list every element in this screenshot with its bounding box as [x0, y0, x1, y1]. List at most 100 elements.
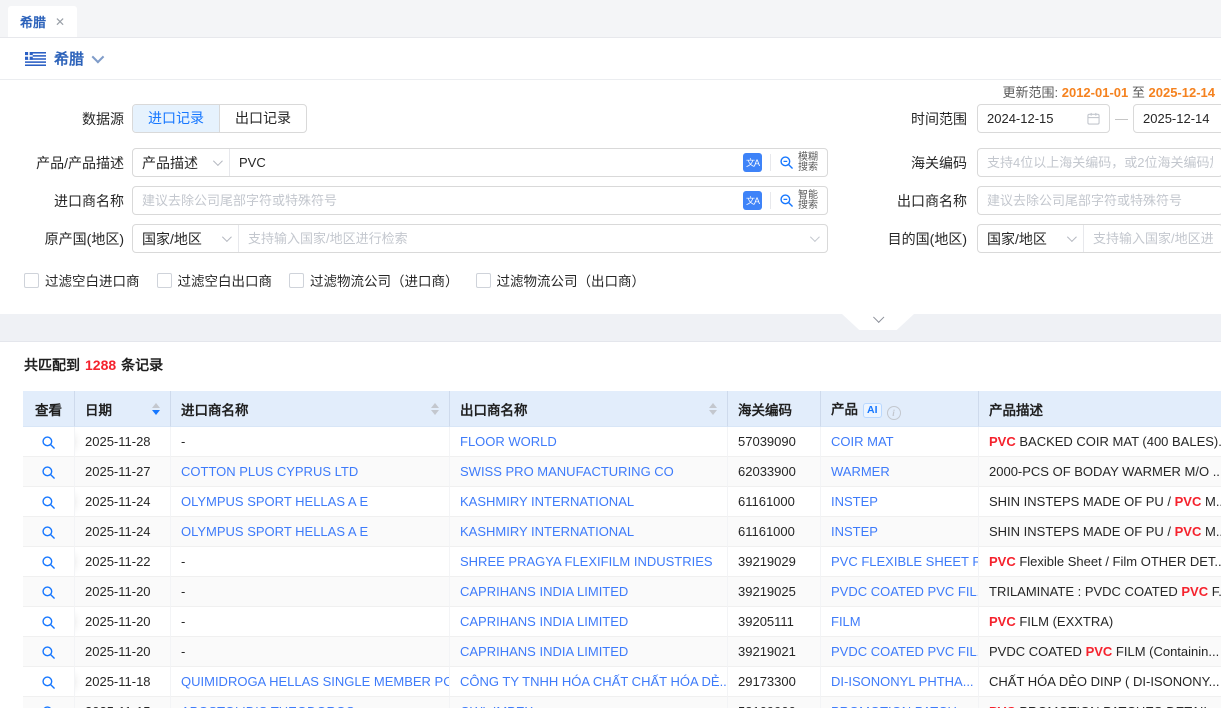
smart-search-button[interactable]: 智能搜索: [779, 191, 827, 211]
exporter-link[interactable]: CAPRIHANS INDIA LIMITED: [460, 614, 628, 629]
origin-country-select[interactable]: 国家/地区: [133, 225, 239, 252]
checkbox-icon[interactable]: [476, 273, 491, 288]
tab-greece[interactable]: 希腊 ✕: [8, 6, 77, 37]
exporter-link[interactable]: KASHMIRY INTERNATIONAL: [460, 524, 634, 539]
date-end-input[interactable]: [1133, 104, 1221, 133]
exporter-label: 出口商名称: [828, 191, 977, 211]
filter-checkbox[interactable]: 过滤物流公司（进口商）: [289, 270, 459, 290]
col-exporter[interactable]: 出口商名称: [450, 391, 728, 427]
view-cell[interactable]: [23, 577, 75, 607]
importer-link[interactable]: OLYMPUS SPORT HELLAS A E: [181, 494, 368, 509]
product-link[interactable]: PROMOTION PATCH: [831, 704, 957, 708]
checkbox-icon[interactable]: [157, 273, 172, 288]
destination-country-select[interactable]: 国家/地区: [978, 225, 1084, 252]
product-link[interactable]: INSTEP: [831, 494, 878, 509]
view-detail-icon[interactable]: [41, 525, 56, 540]
view-detail-icon[interactable]: [41, 615, 56, 630]
chevron-down-icon[interactable]: [92, 51, 105, 64]
date-start-value[interactable]: [987, 111, 1087, 126]
product-type-select[interactable]: 产品描述: [133, 149, 230, 176]
view-detail-icon[interactable]: [41, 645, 56, 660]
product-search-input[interactable]: [239, 155, 734, 170]
view-cell[interactable]: [23, 667, 75, 697]
destination-field[interactable]: [1093, 231, 1213, 246]
product-cell: PVDC COATED PVC FIL...: [821, 577, 979, 607]
date-cell: 2025-11-24: [75, 517, 171, 547]
importer-link[interactable]: APOSTOLIDIS THEODOROS: [181, 704, 355, 708]
checkbox-icon[interactable]: [24, 273, 39, 288]
exporter-link[interactable]: SWISS PRO MANUFACTURING CO: [460, 464, 674, 479]
product-link[interactable]: INSTEP: [831, 524, 878, 539]
exporter-link[interactable]: SHREE PRAGYA FLEXIFILM INDUSTRIES: [460, 554, 713, 569]
exporter-field[interactable]: [987, 193, 1213, 208]
col-importer[interactable]: 进口商名称: [171, 391, 450, 427]
view-detail-icon[interactable]: [41, 705, 56, 708]
product-link[interactable]: FILM: [831, 614, 861, 629]
checkbox-icon[interactable]: [289, 273, 304, 288]
filter-checkbox[interactable]: 过滤物流公司（出口商）: [476, 270, 646, 290]
view-cell[interactable]: [23, 697, 75, 708]
keyword-highlight: PVC: [1086, 644, 1113, 659]
product-link[interactable]: DI-ISONONYL PHTHA...: [831, 674, 974, 689]
keyword-highlight: PVC: [989, 554, 1016, 569]
info-icon[interactable]: i: [887, 406, 901, 420]
product-link[interactable]: PVC FLEXIBLE SHEET F...: [831, 554, 979, 569]
importer-link[interactable]: OLYMPUS SPORT HELLAS A E: [181, 524, 368, 539]
view-cell[interactable]: [23, 547, 75, 577]
view-cell[interactable]: [23, 427, 75, 457]
collapse-filter-button[interactable]: [842, 314, 914, 330]
product-link[interactable]: PVDC COATED PVC FIL...: [831, 644, 979, 659]
results-table: 查看 日期 进口商名称 出口商名称 海关编码 产品AIi 产品描述 2025-1…: [23, 391, 1221, 708]
tab-close-icon[interactable]: ✕: [55, 15, 65, 29]
product-link[interactable]: PVDC COATED PVC FIL...: [831, 584, 979, 599]
filter-checkbox[interactable]: 过滤空白出口商: [157, 270, 273, 290]
product-link[interactable]: WARMER: [831, 464, 890, 479]
date-end-value[interactable]: [1143, 111, 1221, 126]
importer-field[interactable]: [142, 193, 734, 208]
exporter-link[interactable]: CAPRIHANS INDIA LIMITED: [460, 584, 628, 599]
sort-icon: [709, 403, 717, 415]
exporter-link[interactable]: OWL IMPEX: [460, 704, 533, 708]
keyword-highlight: PVC: [1175, 524, 1202, 539]
exporter-link[interactable]: FLOOR WORLD: [460, 434, 557, 449]
view-detail-icon[interactable]: [41, 675, 56, 690]
view-cell[interactable]: [23, 457, 75, 487]
exporter-link[interactable]: KASHMIRY INTERNATIONAL: [460, 494, 634, 509]
hscode-cell: 39219021: [728, 637, 821, 667]
exporter-link[interactable]: CAPRIHANS INDIA LIMITED: [460, 644, 628, 659]
exporter-cell: SWISS PRO MANUFACTURING CO: [450, 457, 728, 487]
view-cell[interactable]: [23, 517, 75, 547]
importer-link[interactable]: COTTON PLUS CYPRUS LTD: [181, 464, 358, 479]
view-cell[interactable]: [23, 607, 75, 637]
view-detail-icon[interactable]: [41, 495, 56, 510]
table-row: 2025-11-28-FLOOR WORLD57039090COIR MATPV…: [23, 427, 1221, 457]
view-cell[interactable]: [23, 487, 75, 517]
date-start-input[interactable]: [977, 104, 1110, 133]
translate-icon[interactable]: 文A: [743, 153, 762, 172]
product-label: 产品/产品描述: [0, 153, 132, 173]
view-cell[interactable]: [23, 637, 75, 667]
product-link[interactable]: COIR MAT: [831, 434, 894, 449]
view-detail-icon[interactable]: [41, 435, 56, 450]
importer-cell: APOSTOLIDIS THEODOROS: [171, 697, 450, 708]
view-detail-icon[interactable]: [41, 585, 56, 600]
hscode-field[interactable]: [987, 155, 1213, 170]
translate-icon[interactable]: 文A: [743, 191, 762, 210]
fuzzy-search-button[interactable]: 模糊搜索: [779, 153, 827, 173]
hscode-cell: 61161000: [728, 487, 821, 517]
importer-link[interactable]: QUIMIDROGA HELLAS SINGLE MEMBER PC: [181, 674, 450, 689]
chevron-down-icon: [810, 232, 820, 242]
view-detail-icon[interactable]: [41, 465, 56, 480]
export-records-tab[interactable]: 出口记录: [220, 105, 306, 132]
origin-field[interactable]: [248, 231, 795, 246]
update-range-start: 2012-01-01: [1062, 85, 1129, 100]
import-records-tab[interactable]: 进口记录: [133, 105, 220, 132]
exporter-link[interactable]: CÔNG TY TNHH HÓA CHẤT CHẤT HÓA DẺ...: [460, 674, 728, 689]
view-detail-icon[interactable]: [41, 555, 56, 570]
hscode-input[interactable]: [977, 148, 1221, 177]
description-cell: SHIN INSTEPS MADE OF PU / PVC M...: [979, 517, 1221, 547]
exporter-input[interactable]: [977, 186, 1221, 215]
filter-checkbox[interactable]: 过滤空白进口商: [24, 270, 140, 290]
tab-bar: 希腊 ✕: [0, 0, 1221, 38]
col-date[interactable]: 日期: [75, 391, 171, 427]
